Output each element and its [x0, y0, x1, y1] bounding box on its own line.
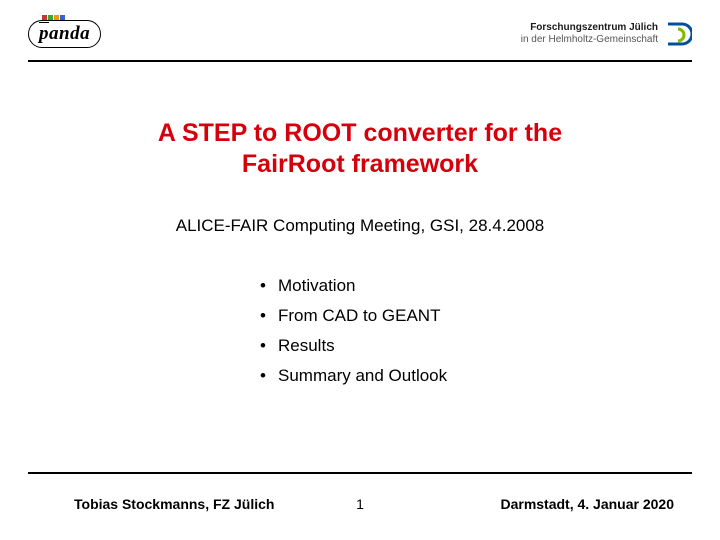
bullet-item: From CAD to GEANT: [260, 306, 447, 326]
bullet-item: Results: [260, 336, 447, 356]
julich-logo-icon: [664, 20, 692, 48]
julich-line1: Forschungszentrum Jülich: [521, 22, 658, 35]
bullet-list: Motivation From CAD to GEANT Results Sum…: [260, 276, 447, 396]
slide-title: A STEP to ROOT converter for the FairRoo…: [0, 118, 720, 181]
title-line-2: FairRoot framework: [0, 149, 720, 180]
footer-divider: [28, 472, 692, 474]
footer-author: Tobias Stockmanns, FZ Jülich: [74, 496, 274, 512]
slide-header: panda Forschungszentrum Jülich in der He…: [28, 20, 692, 48]
footer-page-number: 1: [356, 496, 364, 512]
title-line-1: A STEP to ROOT converter for the: [0, 118, 720, 149]
bullet-item: Summary and Outlook: [260, 366, 447, 386]
slide-subtitle: ALICE-FAIR Computing Meeting, GSI, 28.4.…: [0, 216, 720, 236]
panda-logo: panda: [28, 20, 101, 48]
slide-footer: Tobias Stockmanns, FZ Jülich 1 Darmstadt…: [28, 496, 692, 512]
footer-date: Darmstadt, 4. Januar 2020: [500, 496, 674, 512]
julich-line2: in der Helmholtz-Gemeinschaft: [521, 34, 658, 47]
panda-logo-text: panda: [28, 20, 101, 48]
header-divider: [28, 60, 692, 62]
bullet-item: Motivation: [260, 276, 447, 296]
julich-logo: Forschungszentrum Jülich in der Helmholt…: [521, 20, 692, 48]
julich-logo-text: Forschungszentrum Jülich in der Helmholt…: [521, 22, 658, 47]
